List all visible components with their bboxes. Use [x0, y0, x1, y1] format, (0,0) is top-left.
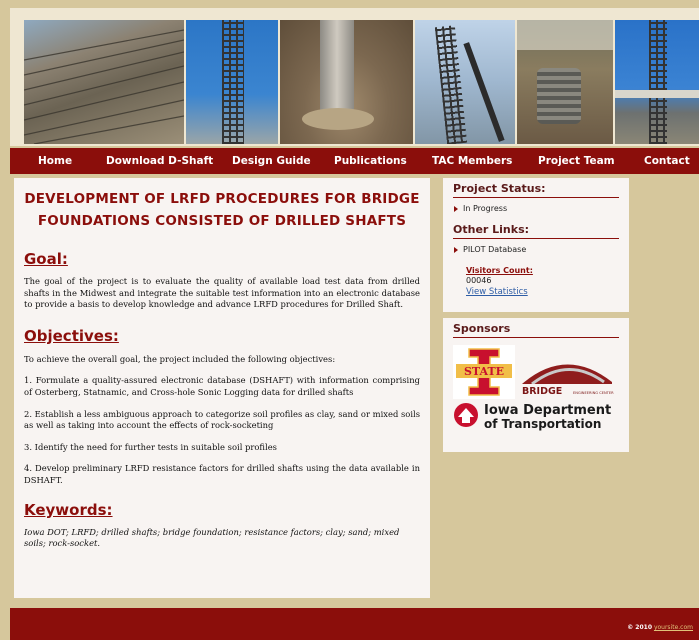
objectives-intro: To achieve the overall goal, the project…: [24, 353, 336, 364]
visitors-count-label: Visitors Count:: [466, 266, 533, 275]
banner: [10, 8, 699, 146]
objective-item: 3. Identify the need for further tests i…: [24, 441, 277, 452]
nav-publications[interactable]: Publications: [334, 155, 407, 167]
page-footer: © 2010 yoursite.com: [10, 608, 699, 640]
visitors-count-value: 00046: [466, 276, 492, 285]
nav-tac-members[interactable]: TAC Members: [432, 155, 512, 167]
page-title-line-1: DEVELOPMENT OF LRFD PROCEDURES FOR BRIDG…: [24, 191, 420, 207]
banner-photo-rebar-cages: [24, 20, 184, 144]
banner-photo-cage-lift: [185, 20, 278, 144]
iowa-dot-logo[interactable]: Iowa Department of Transportation: [452, 400, 612, 432]
objectives-heading: Objectives:: [24, 326, 119, 345]
banner-photo-crane: [415, 20, 516, 144]
nav-contact[interactable]: Contact: [644, 155, 690, 167]
dot-logo-line-2: of Transportation: [484, 417, 601, 431]
banner-photo-shaft-top: [279, 20, 414, 144]
banner-photo-auger: [517, 20, 614, 144]
nav-home[interactable]: Home: [38, 155, 72, 167]
page-title: DEVELOPMENT OF LRFD PROCEDURES FOR BRIDG…: [24, 188, 420, 232]
bridge-logo-subtext: ENGINEERING CENTER: [573, 391, 614, 395]
copyright-text: © 2010 yoursite.com: [627, 624, 693, 631]
banner-photo-bridge: [615, 20, 699, 144]
nav-download-dshaft[interactable]: Download D-Shaft: [106, 155, 213, 167]
nav-design-guide[interactable]: Design Guide: [232, 155, 311, 167]
goal-heading: Goal:: [24, 250, 68, 268]
pilot-database-link[interactable]: PILOT Database: [453, 245, 619, 254]
nav-project-team[interactable]: Project Team: [538, 155, 615, 167]
main-content: DEVELOPMENT OF LRFD PROCEDURES FOR BRIDG…: [14, 178, 430, 598]
project-status-heading: Project Status:: [453, 182, 619, 198]
sidebar-status-panel: Project Status: In Progress Other Links:…: [443, 178, 629, 312]
other-links-heading: Other Links:: [453, 223, 619, 239]
goal-text: The goal of the project is to evaluate t…: [24, 276, 420, 310]
objective-item: 2. Establish a less ambiguous approach t…: [24, 408, 420, 431]
view-statistics-link[interactable]: View Statistics: [453, 287, 619, 297]
dot-logo-line-1: Iowa Department: [484, 403, 611, 418]
objective-item: 4. Develop preliminary LRFD resistance f…: [24, 463, 420, 485]
footer-site-link[interactable]: yoursite.com: [654, 624, 693, 631]
bridge-logo-text: BRIDGE: [522, 386, 562, 396]
bridge-engineering-center-logo[interactable]: BRIDGE ENGINEERING CENTER: [518, 352, 615, 397]
state-logo-text: STATE: [464, 365, 504, 378]
copyright-year: © 2010: [627, 624, 653, 631]
objective-item: 1. Formulate a quality-assured electroni…: [24, 375, 420, 397]
banner-photo-strip: [24, 20, 699, 144]
sponsors-heading: Sponsors: [453, 322, 619, 338]
keywords-heading: Keywords:: [24, 500, 113, 519]
status-item: In Progress: [453, 204, 619, 213]
iowa-state-logo[interactable]: STATE: [453, 345, 515, 399]
main-nav: Home Download D-Shaft Design Guide Publi…: [10, 148, 699, 174]
page-title-line-2: FOUNDATIONS CONSISTED OF DRILLED SHAFTS: [37, 213, 407, 229]
keywords-text: Iowa DOT; LRFD; drilled shafts; bridge f…: [24, 526, 400, 549]
